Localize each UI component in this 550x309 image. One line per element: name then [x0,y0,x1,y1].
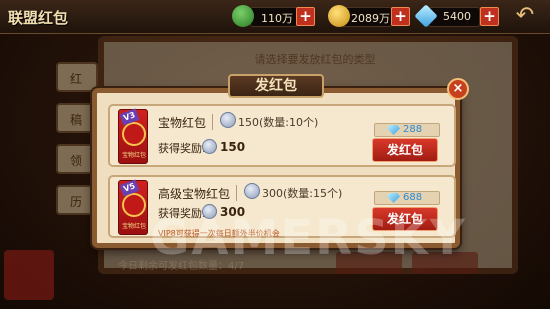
envelope-seal-icon [122,122,146,146]
money-bag-counter: 110万 [250,7,298,27]
divider [236,185,237,201]
money-bag-value: 110万 [261,12,293,25]
redpacket-cost: 150(数量:10个) [238,116,319,129]
price-box: 688 [374,191,440,205]
redpacket-cost: 300(数量:15个) [262,187,343,200]
gold-coin-icon [328,5,350,27]
silver-coin-icon [244,183,260,199]
page-title: 联盟红包 [8,9,69,27]
divider [212,114,213,130]
reward-silver-icon [202,139,217,154]
add-diamond-button[interactable]: + [480,7,499,26]
gem-icon [387,125,400,135]
add-gold-button[interactable]: + [391,7,410,26]
top-bar: 联盟红包 110万 + 2089万 + 5400 + ↶ [0,0,550,34]
back-button[interactable]: ↶ [506,3,544,29]
modal-title: 发红包 [228,74,324,98]
silver-coin-icon [220,112,236,128]
close-button[interactable]: × [447,78,469,100]
watermark: GAMERSKY [150,210,467,266]
redpacket-row-treasure: V3 宝物红包 宝物红包 150(数量:10个) 获得奖励: 150 288 发… [108,104,456,167]
price-value: 288 [403,124,423,135]
envelope-label: 宝物红包 [121,152,146,159]
redpacket-name: 高级宝物红包 [158,187,231,201]
red-envelope-icon: V5 宝物红包 [118,179,148,235]
redpacket-name: 宝物红包 [158,116,207,130]
diamond-value: 5400 [443,10,471,23]
reward-label: 获得奖励: [158,142,206,155]
reward-value: 150 [220,140,246,154]
price-value: 688 [403,192,423,203]
red-envelope-icon: V3 宝物红包 [118,108,148,164]
envelope-label: 宝物红包 [121,223,146,230]
gold-value: 2089万 [351,12,390,25]
envelope-seal-icon [122,193,146,217]
gem-icon [387,193,400,203]
price-box: 288 [374,123,440,137]
money-bag-icon [232,5,254,27]
send-redpacket-button[interactable]: 发红包 [372,138,438,162]
add-money-button[interactable]: + [296,7,315,26]
